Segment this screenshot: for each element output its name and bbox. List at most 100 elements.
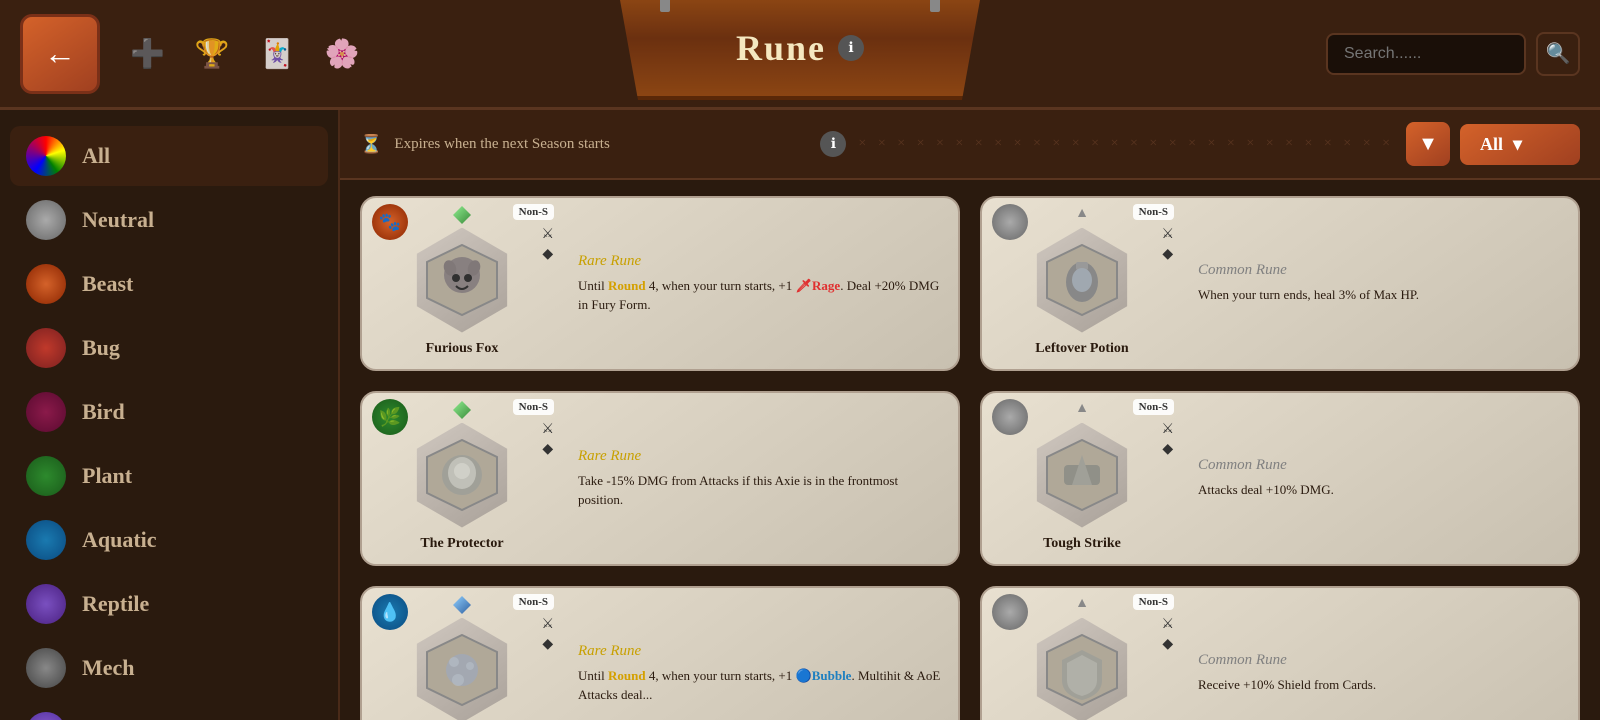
expires-text: Expires when the next Season starts (394, 136, 808, 153)
sidebar-item-plant[interactable]: Plant (10, 446, 328, 506)
sidebar-item-bug[interactable]: Bug (10, 318, 328, 378)
sidebar-item-aquatic[interactable]: Aquatic (10, 510, 328, 570)
x-pattern-decoration: × × × × × × × × × × × × × × × × × × × × … (858, 136, 1394, 152)
card-left-bubble-wrap: 💧 Non-S ⚔ ◆ (362, 588, 562, 720)
back-arrow-icon: ← (44, 35, 76, 72)
dropdown-arrow-icon: ▾ (1513, 134, 1522, 155)
card-badge-3: Non-S (513, 399, 554, 415)
sidebar-circle-bird (26, 392, 66, 432)
page-title: Rune (736, 27, 826, 69)
card-sword-icon-5: ⚔ (541, 616, 554, 633)
sidebar-label-plant: Plant (82, 463, 132, 489)
card-desc-shield-wall: Common Rune Receive +10% Shield from Car… (1182, 588, 1578, 720)
sidebar-label-beast: Beast (82, 271, 133, 297)
protector-art (422, 435, 502, 515)
leftover-potion-art (1042, 240, 1122, 320)
back-button[interactable]: ← (20, 14, 100, 94)
card-name-tough-strike: Tough Strike (1043, 536, 1121, 552)
card-rarity-the-protector: Rare Rune (578, 448, 942, 465)
sidebar-item-mech[interactable]: Mech (10, 638, 328, 698)
tough-strike-art (1042, 435, 1122, 515)
sidebar-circle-aquatic (26, 520, 66, 560)
sidebar-circle-plant (26, 456, 66, 496)
sidebar-label-aquatic: Aquatic (82, 527, 157, 553)
card-hex-image-3 (407, 420, 517, 530)
card-diamond-icon-2: ◆ (1162, 246, 1173, 263)
card-name-the-protector: The Protector (420, 536, 503, 552)
sidebar-item-bird[interactable]: Bird (10, 382, 328, 442)
card-type-icon-beast: 🐾 (372, 204, 408, 240)
card-right-icons-6: ⚔ ◆ (1161, 616, 1174, 653)
all-dropdown-label: All (1480, 134, 1503, 155)
card-sword-icon-3: ⚔ (541, 421, 554, 438)
sidebar-label-all: All (82, 143, 110, 169)
title-banner: Rune ℹ (620, 0, 980, 100)
trophy-icon[interactable]: 🏆 (195, 37, 230, 71)
card-desc-leftover-potion: Common Rune When your turn ends, heal 3%… (1182, 198, 1578, 369)
card-name-leftover-potion: Leftover Potion (1035, 341, 1128, 357)
sidebar-label-bird: Bird (82, 399, 125, 425)
card-type-icon-neutral-1 (992, 204, 1028, 240)
sidebar-label-reptile: Reptile (82, 591, 149, 617)
card-left-leftover-potion: ▲ Non-S ⚔ ◆ (982, 198, 1182, 369)
sidebar-circle-reptile (26, 584, 66, 624)
card-badge-1: Non-S (513, 204, 554, 220)
filter-funnel-icon: ▼ (1418, 133, 1438, 156)
cards-icon[interactable]: 🃏 (260, 37, 295, 71)
rune-card-bubble-wrap: 💧 Non-S ⚔ ◆ (360, 586, 960, 720)
card-sword-icon-4: ⚔ (1161, 421, 1174, 438)
card-rarity-shield-wall: Common Rune (1198, 652, 1562, 669)
flower-icon[interactable]: 🌸 (325, 37, 360, 71)
cards-grid: 🐾 Non-S ⚔ ◆ (340, 180, 1600, 720)
sidebar-item-reptile[interactable]: Reptile (10, 574, 328, 634)
search-button[interactable]: 🔍 (1536, 32, 1580, 76)
add-icon[interactable]: ➕ (130, 37, 165, 71)
nav-icons: ➕ 🏆 🃏 🌸 (130, 37, 360, 71)
sidebar-circle-all (26, 136, 66, 176)
sidebar-circle-dawn (26, 712, 66, 720)
highlight-round-5: Round (608, 668, 646, 683)
card-diamond-icon-6: ◆ (1162, 636, 1173, 653)
card-rarity-tough-strike: Common Rune (1198, 457, 1562, 474)
card-type-icon-plant: 🌿 (372, 399, 408, 435)
card-description-shield-wall: Receive +10% Shield from Cards. (1198, 675, 1562, 695)
filter-info-icon[interactable]: ℹ (820, 131, 846, 157)
highlight-bubble: 🔵Bubble (796, 668, 852, 683)
card-left-the-protector: 🌿 Non-S ⚔ ◆ (362, 393, 562, 564)
sidebar-item-beast[interactable]: Beast (10, 254, 328, 314)
card-hex-3 (410, 423, 515, 528)
card-diamond-icon-5: ◆ (542, 636, 553, 653)
rune-card-furious-fox: 🐾 Non-S ⚔ ◆ (360, 196, 960, 371)
sidebar-item-all[interactable]: All (10, 126, 328, 186)
card-up-arrow-4: ▲ (1075, 401, 1089, 417)
card-hex-image-4 (1027, 420, 1137, 530)
card-badge-5: Non-S (513, 594, 554, 610)
search-input[interactable] (1326, 33, 1526, 75)
card-badge-2: Non-S (1133, 204, 1174, 220)
card-rarity-furious-fox: Rare Rune (578, 253, 942, 270)
filter-controls: ▼ All ▾ (1406, 122, 1580, 166)
rune-card-the-protector: 🌿 Non-S ⚔ ◆ (360, 391, 960, 566)
bubble-wrap-art (422, 630, 502, 710)
card-diamond-icon-4: ◆ (1162, 441, 1173, 458)
rune-card-tough-strike: ▲ Non-S ⚔ ◆ (980, 391, 1580, 566)
title-info-icon[interactable]: ℹ (838, 35, 864, 61)
card-hex-6 (1030, 618, 1135, 720)
sidebar-label-mech: Mech (82, 655, 135, 681)
sidebar-item-dawn[interactable]: Dawn (10, 702, 328, 720)
filter-button[interactable]: ▼ (1406, 122, 1450, 166)
card-description-the-protector: Take -15% DMG from Attacks if this Axie … (578, 471, 942, 510)
sidebar-label-bug: Bug (82, 335, 120, 361)
sidebar-item-neutral[interactable]: Neutral (10, 190, 328, 250)
card-hex-image-5 (407, 615, 517, 720)
card-sword-icon-2: ⚔ (1161, 226, 1174, 243)
sidebar-circle-beast (26, 264, 66, 304)
top-nav: ← ➕ 🏆 🃏 🌸 Rune ℹ 🔍 (0, 0, 1600, 110)
card-up-arrow-2: ▲ (1075, 206, 1089, 222)
search-icon: 🔍 (1546, 41, 1571, 66)
card-right-icons-4: ⚔ ◆ (1161, 421, 1174, 458)
all-dropdown[interactable]: All ▾ (1460, 124, 1580, 165)
card-desc-bubble-wrap: Rare Rune Until Round 4, when your turn … (562, 588, 958, 720)
card-diamond-icon-1: ◆ (542, 246, 553, 263)
card-type-icon-neutral-2 (992, 399, 1028, 435)
